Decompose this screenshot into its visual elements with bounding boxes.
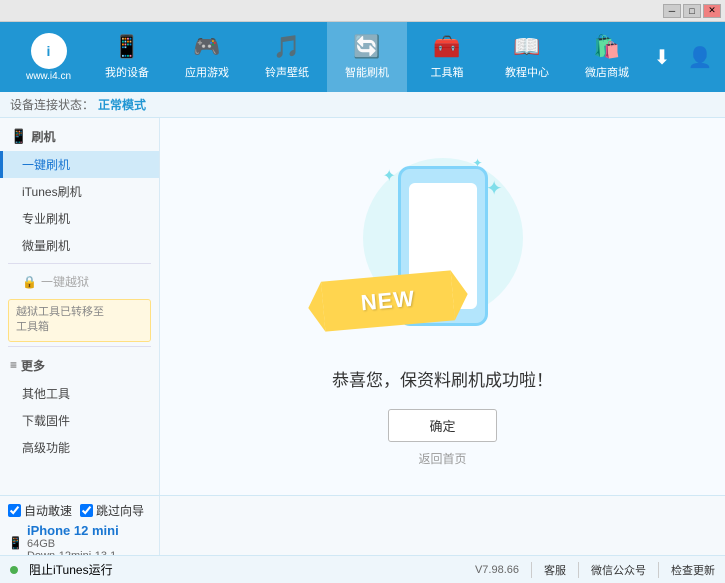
nav-smart-flash-label: 智能刷机: [345, 64, 389, 80]
nav-my-device-label: 我的设备: [105, 64, 149, 80]
check-update-link[interactable]: 检查更新: [671, 562, 715, 578]
sidebar-warning-box: 越狱工具已转移至工具箱: [8, 299, 151, 342]
home-link[interactable]: 返回首页: [418, 450, 466, 467]
sidebar-flash-label: 刷机: [31, 128, 55, 145]
toolbox-icon: 🧰: [433, 34, 460, 60]
footer-bar: 阻止iTunes运行 V7.98.66 客服 微信公众号 检查更新: [0, 555, 725, 583]
sidebar-item-download-firmware[interactable]: 下载固件: [0, 407, 159, 434]
sidebar-item-advanced[interactable]: 高级功能: [0, 434, 159, 461]
customer-service-link[interactable]: 客服: [544, 562, 566, 578]
auto-flash-input[interactable]: [8, 504, 21, 517]
nav-apps-games-label: 应用游戏: [185, 64, 229, 80]
nav-toolbox[interactable]: 🧰 工具箱: [407, 22, 487, 92]
nav-smart-flash[interactable]: 🔄 智能刷机: [327, 22, 407, 92]
window-chrome: ─ □ ✕: [0, 0, 725, 22]
ringtones-icon: 🎵: [273, 34, 300, 60]
sidebar-flash-section: 📱 刷机: [0, 122, 159, 151]
nav-tutorial-label: 教程中心: [505, 64, 549, 80]
footer-left: 阻止iTunes运行: [10, 561, 465, 578]
star-icon-1: ✦: [383, 166, 396, 186]
itunes-status-dot: [10, 566, 18, 574]
skip-wizard-checkbox[interactable]: 跳过向导: [80, 502, 144, 519]
nav-ringtones-label: 铃声壁纸: [265, 64, 309, 80]
nav-apps-games[interactable]: 🎮 应用游戏: [167, 22, 247, 92]
sidebar-item-pro-flash[interactable]: 专业刷机: [0, 205, 159, 232]
close-button[interactable]: ✕: [703, 4, 721, 18]
smart-flash-icon: 🔄: [353, 34, 380, 60]
confirm-button[interactable]: 确定: [388, 409, 496, 442]
sidebar-divider-1: [8, 263, 151, 264]
header: i www.i4.cn 📱 我的设备 🎮 应用游戏 🎵 铃声壁纸 🔄 智能刷机 …: [0, 22, 725, 92]
footer-area: 自动敢速 跳过向导 📱 iPhone 12 mini 64GB Down-12m…: [0, 495, 725, 583]
device-row: 自动敢速 跳过向导 📱 iPhone 12 mini 64GB Down-12m…: [0, 495, 725, 555]
version-label: V7.98.66: [475, 564, 519, 576]
footer-divider-3: [658, 562, 659, 578]
main-layout: 📱 刷机 一键刷机 iTunes刷机 专业刷机 微量刷机 🔒 一键越狱 越狱工具…: [0, 118, 725, 495]
sidebar-divider-2: [8, 346, 151, 347]
lock-icon: 🔒: [22, 275, 37, 289]
sidebar-locked-jailbreak: 🔒 一键越狱: [0, 268, 159, 295]
nav-my-device[interactable]: 📱 我的设备: [87, 22, 167, 92]
sidebar-item-one-click-flash[interactable]: 一键刷机: [0, 151, 159, 178]
ribbon-text: NEW: [359, 286, 415, 317]
logo-icon: i: [31, 33, 67, 69]
success-message: 恭喜您，保资料刷机成功啦！: [332, 366, 553, 391]
nav-bar: 📱 我的设备 🎮 应用游戏 🎵 铃声壁纸 🔄 智能刷机 🧰 工具箱 📖 教程中心…: [87, 22, 647, 92]
footer-divider-1: [531, 562, 532, 578]
auto-flash-label: 自动敢速: [24, 502, 72, 519]
minimize-button[interactable]: ─: [663, 4, 681, 18]
apps-games-icon: 🎮: [193, 34, 220, 60]
maximize-button[interactable]: □: [683, 4, 701, 18]
tutorial-icon: 📖: [513, 34, 540, 60]
device-name: iPhone 12 mini: [27, 523, 119, 538]
content-area: NEW ✦ ✦ ✦ 恭喜您，保资料刷机成功啦！ 确定 返回首页: [160, 118, 725, 495]
download-button[interactable]: ⬇: [647, 42, 677, 72]
skip-wizard-input[interactable]: [80, 504, 93, 517]
header-right: ⬇ 👤: [647, 42, 715, 72]
footer-divider-2: [578, 562, 579, 578]
status-label: 设备连接状态：: [10, 96, 94, 113]
logo-website: www.i4.cn: [26, 71, 71, 82]
weidian-icon: 🛍️: [593, 34, 620, 60]
window-controls: ─ □ ✕: [663, 4, 721, 18]
device-storage: 64GB: [27, 538, 119, 550]
skip-wizard-label: 跳过向导: [96, 502, 144, 519]
flash-section-icon: 📱: [10, 128, 27, 145]
itunes-status-text: 阻止iTunes运行: [29, 561, 113, 578]
device-phone-icon: 📱: [8, 536, 23, 550]
sidebar-item-micro-flash[interactable]: 微量刷机: [0, 232, 159, 259]
sidebar-item-other-tools[interactable]: 其他工具: [0, 380, 159, 407]
sidebar: 📱 刷机 一键刷机 iTunes刷机 专业刷机 微量刷机 🔒 一键越狱 越狱工具…: [0, 118, 160, 495]
more-icon: ≡: [10, 358, 17, 372]
sidebar-footer: 自动敢速 跳过向导 📱 iPhone 12 mini 64GB Down-12m…: [0, 496, 160, 555]
user-button[interactable]: 👤: [685, 42, 715, 72]
my-device-icon: 📱: [113, 34, 140, 60]
logo-area: i www.i4.cn: [10, 33, 87, 82]
content-footer-spacer: [160, 496, 725, 555]
success-illustration: NEW ✦ ✦ ✦: [343, 146, 543, 346]
status-bar: 设备连接状态： 正常模式: [0, 92, 725, 118]
nav-toolbox-label: 工具箱: [431, 64, 464, 80]
star-icon-3: ✦: [472, 156, 482, 170]
sidebar-more-label: 更多: [21, 357, 45, 374]
sidebar-item-itunes-flash[interactable]: iTunes刷机: [0, 178, 159, 205]
wechat-public-link[interactable]: 微信公众号: [591, 562, 646, 578]
star-icon-2: ✦: [486, 176, 503, 201]
nav-ringtones[interactable]: 🎵 铃声壁纸: [247, 22, 327, 92]
status-value: 正常模式: [98, 96, 146, 113]
checkbox-group: 自动敢速 跳过向导: [8, 502, 151, 519]
nav-weidian[interactable]: 🛍️ 微店商城: [567, 22, 647, 92]
nav-tutorial[interactable]: 📖 教程中心: [487, 22, 567, 92]
nav-weidian-label: 微店商城: [585, 64, 629, 80]
locked-label: 一键越狱: [41, 273, 89, 290]
auto-flash-checkbox[interactable]: 自动敢速: [8, 502, 72, 519]
sidebar-more-section: ≡ 更多: [0, 351, 159, 380]
footer-right: V7.98.66 客服 微信公众号 检查更新: [475, 562, 715, 578]
